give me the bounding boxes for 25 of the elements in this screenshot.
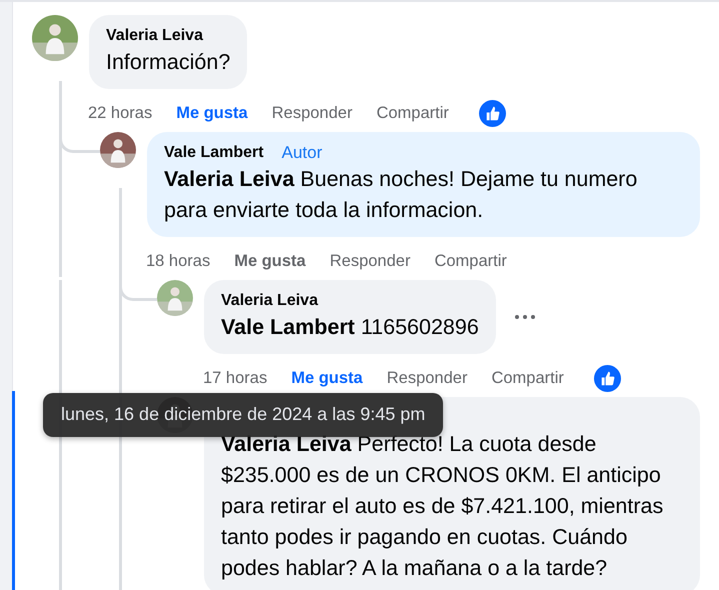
author-name[interactable]: Valeria Leiva [221, 290, 318, 312]
date-tooltip: lunes, 16 de diciembre de 2024 a las 9:45 pm [43, 393, 444, 437]
author-name[interactable]: Valeria Leiva [106, 25, 203, 47]
thumbs-up-icon[interactable] [478, 100, 506, 126]
author-label: Autor [282, 143, 322, 163]
timestamp-link[interactable]: 18 horas [146, 252, 210, 270]
avatar[interactable] [32, 15, 78, 61]
timestamp-link[interactable]: 17 horas [203, 368, 268, 388]
comment-text: Información? [106, 49, 230, 76]
like-link[interactable]: Me gusta [176, 104, 248, 122]
share-link[interactable]: Compartir [434, 252, 507, 270]
timestamp-link[interactable]: 22 horas [88, 104, 152, 122]
share-link[interactable]: Compartir [376, 104, 449, 122]
more-options-icon[interactable] [514, 314, 536, 320]
avatar[interactable] [100, 132, 136, 168]
like-link[interactable]: Me gusta [291, 368, 363, 388]
comment-text: Valeria Leiva Buenas noches! Dejame tu numero para enviarte toda la informacion. [164, 166, 638, 224]
share-link[interactable]: Compartir [491, 368, 564, 388]
comment-text: Vale Lambert 1165602896 [221, 314, 479, 341]
like-link[interactable]: Me gusta [234, 252, 306, 270]
author-name[interactable]: Vale Lambert [164, 142, 264, 164]
reply-link[interactable]: Responder [330, 252, 410, 270]
thumbs-up-icon[interactable] [594, 364, 621, 392]
reply-link[interactable]: Responder [272, 104, 352, 122]
reply-link[interactable]: Responder [386, 368, 468, 388]
